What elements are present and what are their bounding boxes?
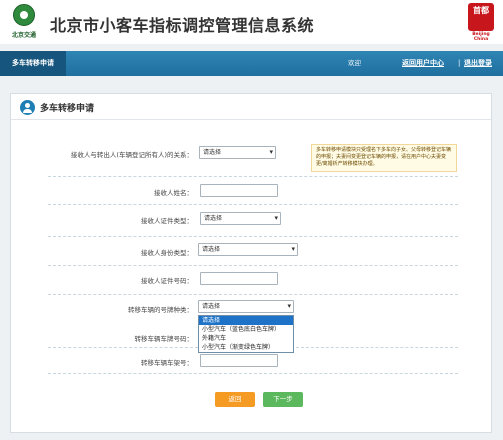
id-number-input[interactable]: [200, 272, 278, 285]
receiver-name-input[interactable]: [200, 184, 278, 197]
panel-title: 多车转移申请: [40, 104, 95, 114]
plate-type-select[interactable]: 请选择: [198, 300, 294, 313]
transport-emblem-icon: [13, 4, 35, 26]
relation-select[interactable]: 请选择: [199, 146, 276, 159]
id-number-label: 接收人证件号码：: [141, 277, 193, 285]
plate-type-label: 转移车辆的号牌种类：: [128, 306, 193, 314]
plate-type-option[interactable]: 小型汽车（蓝色底白色车牌）: [199, 325, 293, 334]
row-divider: [48, 176, 458, 177]
plate-type-dropdown-list: 请选择 小型汽车（蓝色底白色车牌） 外籍汽车 小型汽车（渐变绿色车牌）: [198, 315, 294, 353]
site-header: 北京交通 北京市小客车指标调控管理信息系统 首都 Beijing China: [0, 0, 503, 44]
identity-type-select[interactable]: 请选择: [198, 243, 298, 256]
site-title: 北京市小客车指标调控管理信息系统: [50, 16, 315, 35]
logo-right-text: Beijing China: [472, 32, 490, 42]
row-divider: [48, 294, 458, 295]
id-type-label: 接收人证件类型：: [141, 217, 193, 225]
receiver-name-label: 接收人姓名：: [154, 189, 193, 197]
identity-type-label: 接收人身份类型：: [141, 249, 193, 257]
row-divider: [296, 347, 458, 348]
logo-left-text: 北京交通: [11, 32, 36, 39]
nav-separator: |: [458, 59, 461, 67]
logout-link[interactable]: 退出登录: [464, 51, 492, 76]
plate-type-option[interactable]: 小型汽车（渐变绿色车牌）: [199, 343, 293, 352]
row-divider: [48, 265, 458, 266]
welcome-text: 欢迎: [348, 59, 361, 67]
id-type-select[interactable]: 请选择: [200, 212, 281, 225]
transfer-notice: 多车转移申请模块只受理名下多车向子女、父母转移登记车辆的申报；夫妻间变更登记车辆…: [311, 144, 457, 172]
panel-header: 多车转移申请: [11, 94, 491, 120]
back-to-user-center-link[interactable]: 返回用户中心: [402, 51, 444, 76]
back-button[interactable]: 返回: [215, 392, 255, 407]
plate-type-option[interactable]: 外籍汽车: [199, 334, 293, 343]
beijing-china-logo: 首都 Beijing China: [465, 3, 497, 42]
row-divider: [48, 373, 458, 374]
vin-input[interactable]: [200, 354, 278, 367]
relation-label: 接收人与转出人(车辆登记所有人)的关系：: [70, 151, 193, 159]
row-divider: [48, 347, 198, 348]
capital-seal-icon: 首都: [468, 3, 494, 31]
nav-bar: 多车转移申请 欢迎 返回用户中心 | 退出登录: [0, 51, 503, 76]
vin-label: 转移车辆车架号：: [141, 359, 193, 367]
plate-number-label: 转移车辆车牌号码：: [134, 335, 194, 343]
user-icon: [20, 100, 35, 115]
next-step-button[interactable]: 下一步: [263, 392, 303, 407]
nav-current-page: 多车转移申请: [0, 51, 66, 76]
beijing-transport-logo: 北京交通: [5, 3, 43, 41]
row-divider: [48, 236, 458, 237]
plate-type-option[interactable]: 请选择: [199, 316, 293, 325]
row-divider: [48, 204, 458, 205]
